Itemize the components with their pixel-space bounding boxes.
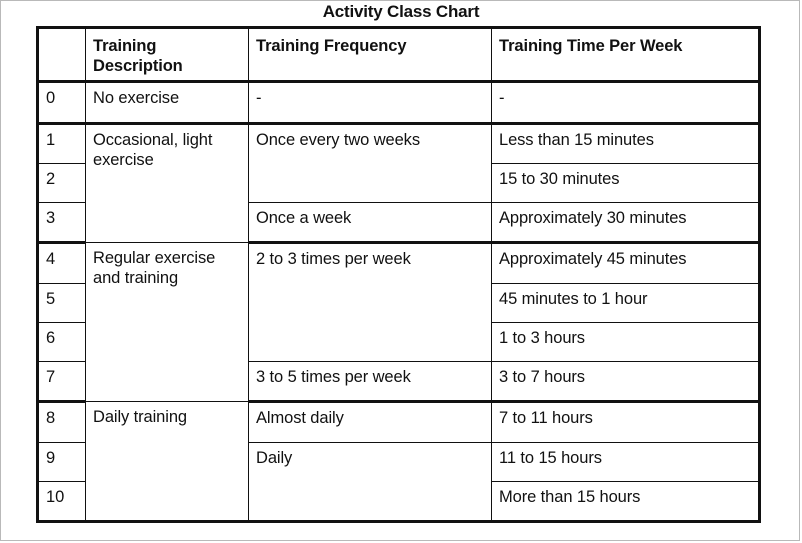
table-row: 8 Daily training Almost daily 7 to 11 ho… bbox=[37, 401, 760, 522]
activity-class-value: 9 bbox=[37, 441, 86, 482]
training-time-value: Approximately 45 minutes bbox=[491, 242, 760, 284]
training-time-value: 1 to 3 hours bbox=[491, 321, 760, 362]
activity-class-value: 1 bbox=[37, 122, 86, 165]
training-time-value: Less than 15 minutes bbox=[491, 122, 760, 165]
training-time-value: Approximately 30 minutes bbox=[491, 202, 760, 245]
activity-class-value: 5 bbox=[37, 282, 86, 323]
training-frequency-value: Almost daily bbox=[248, 401, 492, 443]
table-header-row: Training Description Training Frequency … bbox=[37, 27, 760, 83]
column-header-activity-class bbox=[37, 27, 86, 83]
table-row: 0 No exercise - - bbox=[37, 81, 760, 125]
training-time-value: 45 minutes to 1 hour bbox=[491, 282, 760, 323]
table-container: Training Description Training Frequency … bbox=[36, 26, 761, 523]
training-description-value: Occasional, light exercise bbox=[85, 122, 249, 244]
training-frequency-value: Once a week bbox=[248, 202, 492, 245]
activity-class-value: 4 bbox=[37, 242, 86, 284]
training-time-value: - bbox=[491, 81, 760, 125]
training-description-value: No exercise bbox=[85, 81, 249, 125]
column-header-training-description: Training Description bbox=[85, 27, 249, 83]
activity-class-value: 0 bbox=[37, 81, 86, 125]
activity-class-chart-figure: Activity Class Chart Training Descriptio… bbox=[0, 0, 802, 543]
training-time-value: More than 15 hours bbox=[491, 480, 760, 523]
activity-class-value: 8 bbox=[37, 401, 86, 443]
activity-class-value: 6 bbox=[37, 321, 86, 362]
activity-class-table: Training Description Training Frequency … bbox=[36, 26, 761, 523]
activity-class-value: 7 bbox=[37, 360, 86, 404]
training-time-value: 15 to 30 minutes bbox=[491, 162, 760, 204]
activity-class-value: 3 bbox=[37, 202, 86, 245]
training-time-value: 3 to 7 hours bbox=[491, 360, 760, 404]
training-time-value: 11 to 15 hours bbox=[491, 441, 760, 482]
activity-class-value: 2 bbox=[37, 162, 86, 204]
page-title: Activity Class Chart bbox=[322, 2, 480, 21]
column-header-training-time-per-week: Training Time Per Week bbox=[491, 27, 760, 83]
training-description-value: Regular exercise and training bbox=[85, 242, 249, 403]
table-row: 1 Occasional, light exercise Once every … bbox=[37, 122, 760, 244]
training-time-value: 7 to 11 hours bbox=[491, 401, 760, 443]
table-row: 4 Regular exercise and training 2 to 3 t… bbox=[37, 242, 760, 403]
training-frequency-value: Once every two weeks bbox=[248, 122, 492, 204]
column-header-training-frequency: Training Frequency bbox=[248, 27, 492, 83]
training-frequency-value: - bbox=[248, 81, 492, 125]
training-description-value: Daily training bbox=[85, 401, 249, 522]
activity-class-value: 10 bbox=[37, 480, 86, 523]
training-frequency-value: Daily bbox=[248, 441, 492, 523]
training-frequency-value: 3 to 5 times per week bbox=[248, 360, 492, 404]
training-frequency-value: 2 to 3 times per week bbox=[248, 242, 492, 362]
